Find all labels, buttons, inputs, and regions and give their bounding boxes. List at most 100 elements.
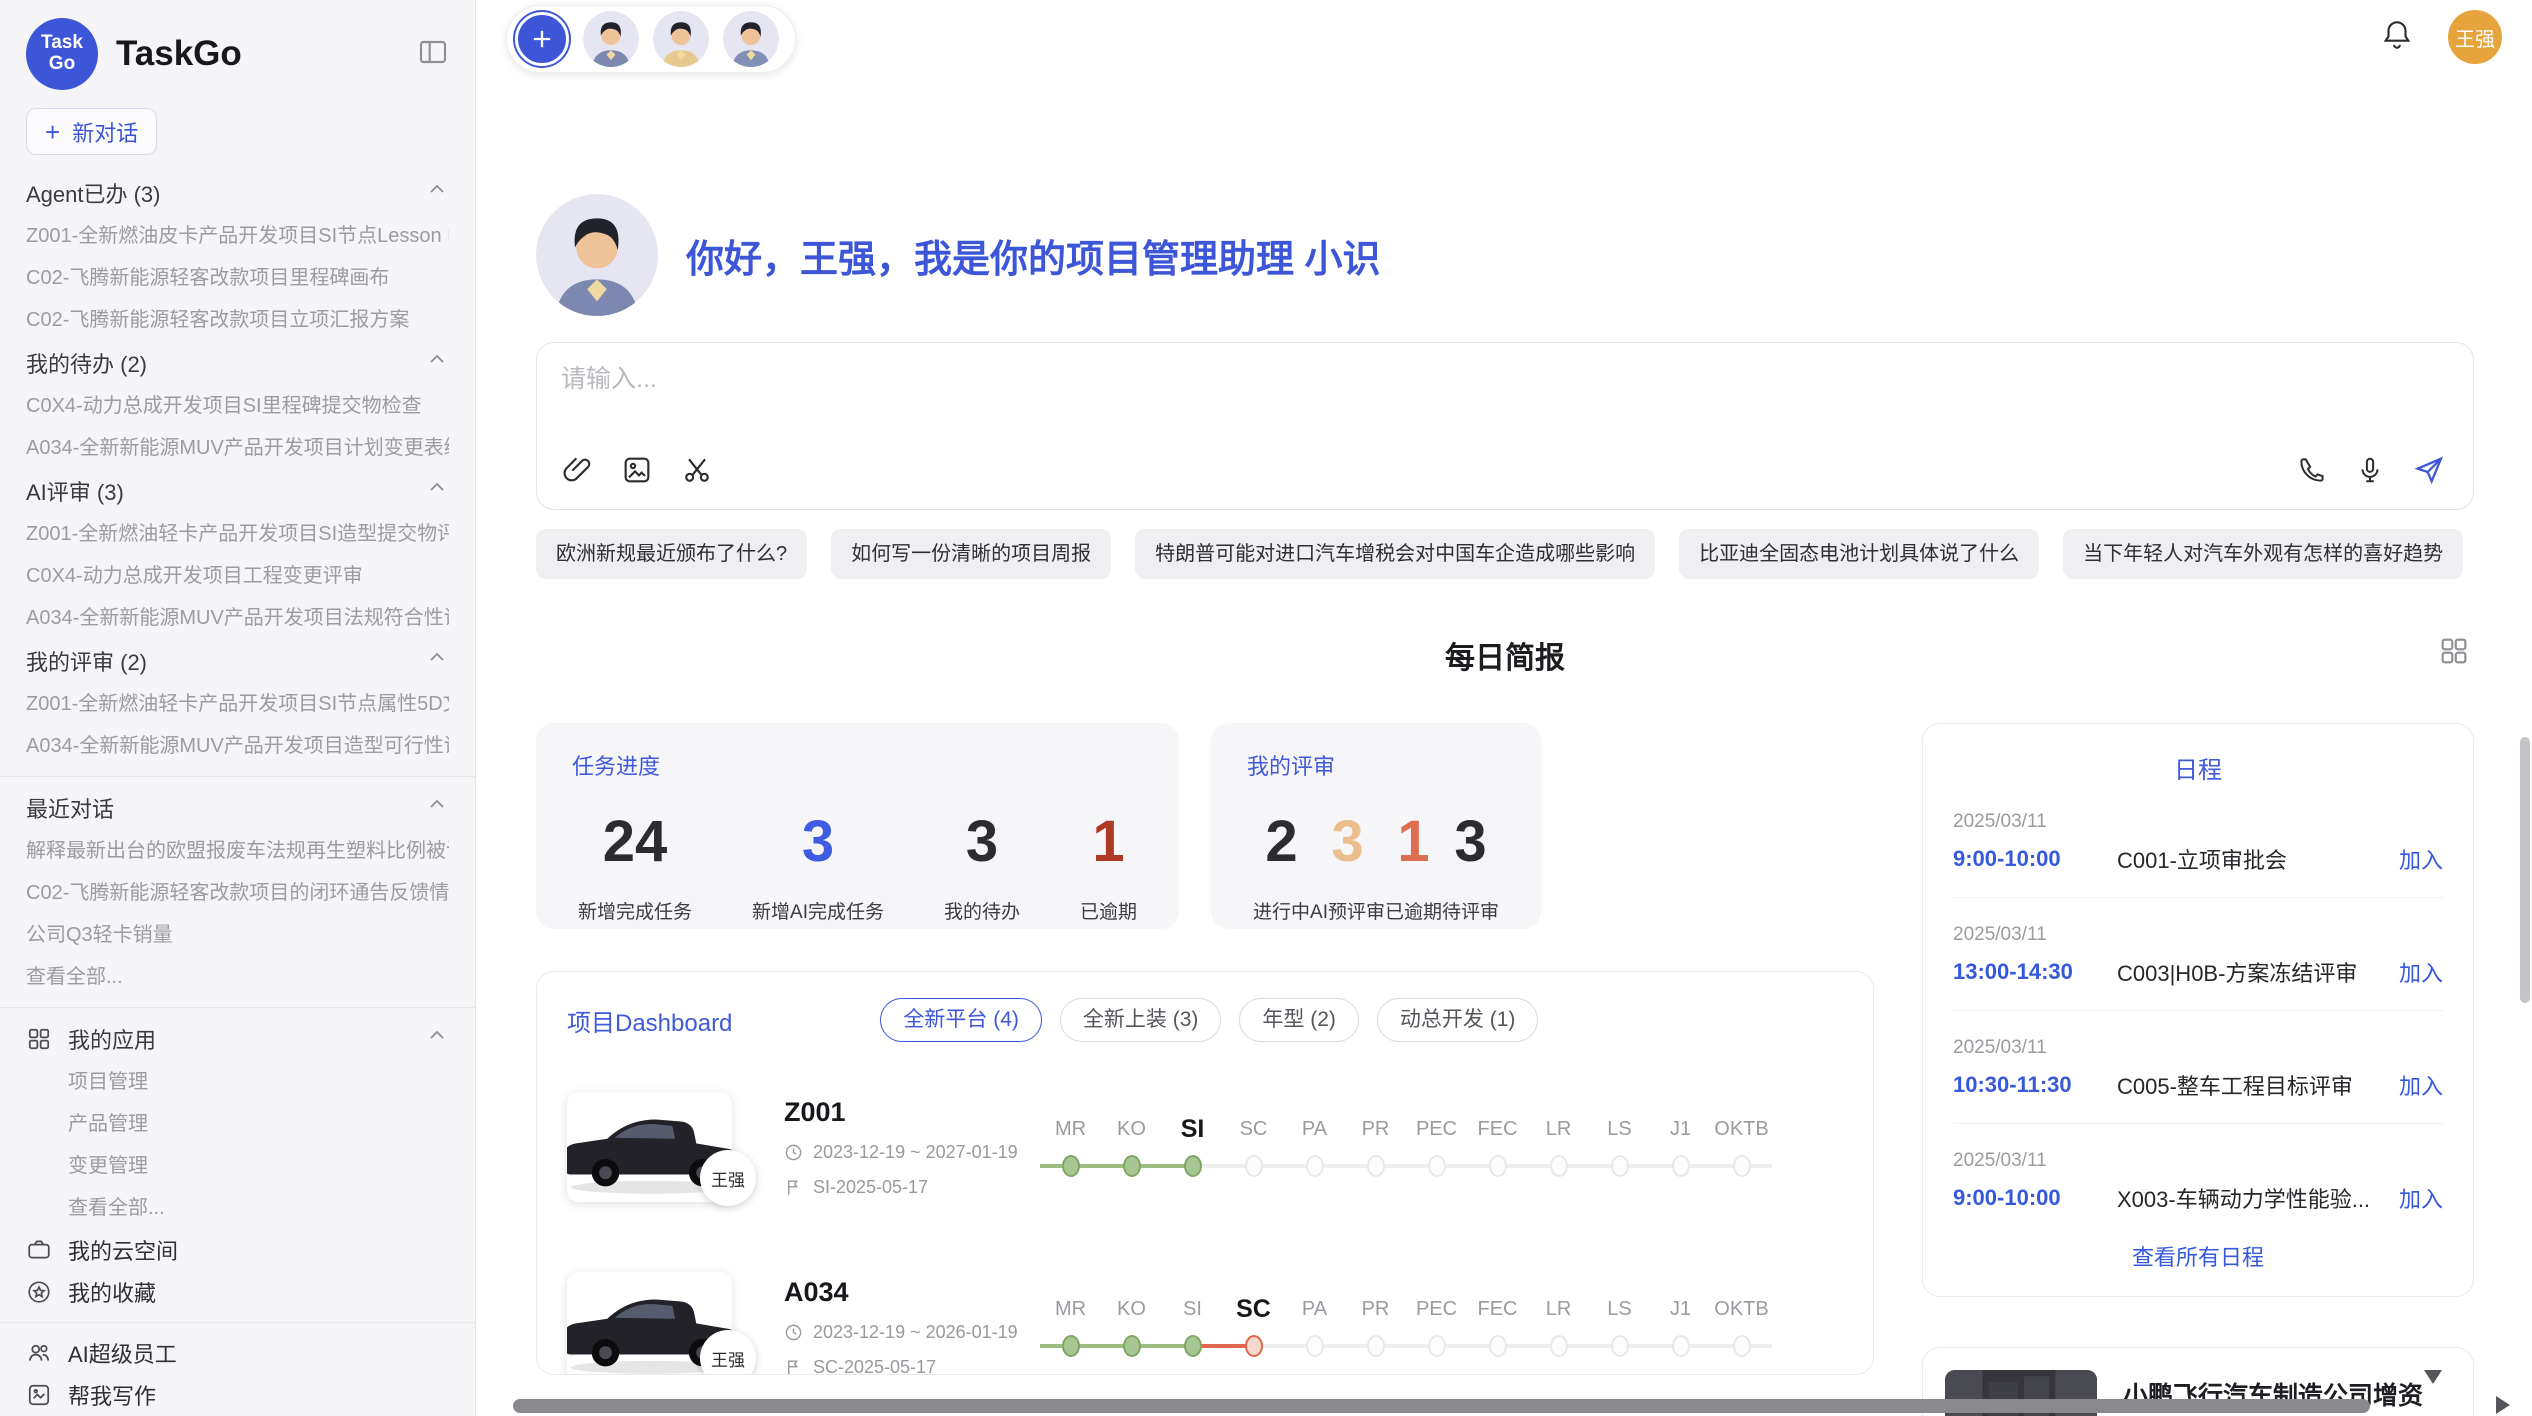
logo-text-bottom: Go (49, 54, 75, 75)
milestone-dot (1245, 1155, 1263, 1177)
event-time: 9:00-10:00 (1953, 846, 2103, 872)
join-link[interactable]: 加入 (2399, 1069, 2443, 1101)
dashboard-tab[interactable]: 年型 (2) (1239, 998, 1359, 1042)
sidebar-item-cloud-space[interactable]: 我的云空间 (26, 1229, 449, 1271)
sidebar-conversation-item[interactable]: C02-飞腾新能源轻客改款项目里程碑画布 (26, 257, 449, 299)
milestone: J1 (1650, 1294, 1711, 1360)
image-icon[interactable] (621, 454, 653, 491)
stat-value: 1 (1385, 813, 1442, 871)
milestone: PEC (1406, 1114, 1467, 1180)
content: 你好，王强，我是你的项目管理助理 小识 欧洲新规最近颁布了什么?如何写一份清晰的… (536, 0, 2474, 1416)
milestone: SC (1223, 1294, 1284, 1360)
people-icon (26, 1340, 52, 1366)
stat: 24 新增完成任务 (578, 813, 692, 924)
chevron-up-icon[interactable] (425, 348, 449, 378)
send-icon[interactable] (2413, 454, 2445, 491)
milestone: SI (1162, 1294, 1223, 1360)
sidebar-recent-header[interactable]: 最近对话 (26, 786, 449, 830)
phone-icon[interactable] (2297, 455, 2327, 490)
sidebar-conversation-item[interactable]: C0X4-动力总成开发项目工程变更评审 (26, 555, 449, 597)
dashboard-tab[interactable]: 全新平台 (4) (880, 998, 1042, 1042)
sidebar-item-write-for-me[interactable]: 帮我写作 (26, 1374, 449, 1416)
new-chat-button[interactable]: + 新对话 (26, 108, 157, 155)
milestone-label: MR (1040, 1114, 1101, 1144)
sidebar-section-header[interactable]: 我的待办 (2) (26, 341, 449, 385)
app-link[interactable]: 变更管理 (26, 1145, 449, 1187)
sidebar-conversation-item[interactable]: Z001-全新燃油皮卡产品开发项目SI节点Lesson Learn报告 (26, 215, 449, 257)
view-all-schedule-link[interactable]: 查看所有日程 (1953, 1240, 2443, 1272)
stat-value: 3 (1310, 813, 1385, 871)
project-row[interactable]: 王强 A034 2023-12-19 ~ 2026-01-19 (567, 1252, 1843, 1375)
app-link[interactable]: 项目管理 (26, 1061, 449, 1103)
scissors-icon[interactable] (681, 454, 713, 491)
milestone-label: LS (1589, 1294, 1650, 1324)
app-link[interactable]: 产品管理 (26, 1103, 449, 1145)
chevron-up-icon[interactable] (425, 476, 449, 506)
stat-value: 2 (1253, 813, 1310, 871)
project-dates: 2023-12-19 ~ 2027-01-19 (813, 1142, 1018, 1163)
stat: 3 新增AI完成任务 (752, 813, 884, 924)
sidebar-conversation-item[interactable]: C0X4-动力总成开发项目SI里程碑提交物检查 (26, 385, 449, 427)
sidebar-conversation-item[interactable]: A034-全新新能源MUV产品开发项目造型可行性评审 (26, 725, 449, 767)
event-name: X003-车辆动力学性能验... (2117, 1182, 2399, 1214)
sidebar-apps-header[interactable]: 我的应用 (26, 1017, 449, 1061)
schedule-event: 2025/03/11 9:00-10:00 C001-立项审批会 加入 (1953, 811, 2443, 898)
recent-conversation-item[interactable]: 解释最新出台的欧盟报废车法规再生塑料比例被调至15%... (26, 830, 449, 872)
stat-label: AI预评审 (1310, 897, 1385, 924)
layout-grid-icon[interactable] (2438, 635, 2470, 672)
sidebar-item-ai-staff[interactable]: AI超级员工 (26, 1332, 449, 1374)
milestone-dot (1733, 1335, 1751, 1357)
sidebar-conversation-item[interactable]: Z001-全新燃油轻卡产品开发项目SI造型提交物评审 (26, 513, 449, 555)
stat-label: 新增AI完成任务 (752, 897, 884, 924)
milestone: FEC (1467, 1114, 1528, 1180)
suggestion-chip[interactable]: 如何写一份清晰的项目周报 (831, 529, 1111, 579)
sidebar-conversation-item[interactable]: A034-全新新能源MUV产品开发项目法规符合性评审 (26, 597, 449, 639)
recent-conversation-item[interactable]: C02-飞腾新能源轻客改款项目的闭环通告反馈情况 (26, 872, 449, 914)
sidebar-section-header[interactable]: AI评审 (3) (26, 469, 449, 513)
paperclip-icon[interactable] (561, 454, 593, 491)
sidebar-item-favorites[interactable]: 我的收藏 (26, 1271, 449, 1313)
panel-collapse-icon[interactable] (417, 36, 449, 73)
stat-card: 我的评审 2 进行中 3 AI预评审 (1211, 723, 1541, 929)
sidebar-conversation-item[interactable]: C02-飞腾新能源轻客改款项目立项汇报方案 (26, 299, 449, 341)
chevron-up-icon[interactable] (425, 793, 449, 823)
sidebar-conversation-item[interactable]: A034-全新新能源MUV产品开发项目计划变更表编写 (26, 427, 449, 469)
milestone: SC (1223, 1114, 1284, 1180)
vertical-scrollbar-thumb[interactable] (2520, 737, 2530, 1003)
dashboard-tab[interactable]: 全新上装 (3) (1060, 998, 1222, 1042)
horizontal-scrollbar-thumb[interactable] (513, 1399, 2370, 1413)
sidebar-conversation-item[interactable]: Z001-全新燃油轻卡产品开发项目SI节点属性5D文件评审 (26, 683, 449, 725)
chevron-up-icon[interactable] (425, 646, 449, 676)
join-link[interactable]: 加入 (2399, 1182, 2443, 1214)
section-title: Agent已办 (3) (26, 177, 425, 209)
join-link[interactable]: 加入 (2399, 843, 2443, 875)
suggestion-chip[interactable]: 特朗普可能对进口汽车增税会对中国车企造成哪些影响 (1135, 529, 1655, 579)
join-link[interactable]: 加入 (2399, 956, 2443, 988)
project-next-milestone: SC-2025-05-17 (813, 1357, 936, 1376)
briefing-cards: 任务进度 24 新增完成任务 3 新增AI完成任务 (536, 723, 1874, 929)
milestone-label: LS (1589, 1114, 1650, 1144)
scroll-down-arrow[interactable] (2424, 1370, 2442, 1384)
app-link[interactable]: 查看全部... (26, 1187, 449, 1229)
milestone: PR (1345, 1294, 1406, 1360)
chevron-up-icon[interactable] (425, 1024, 449, 1054)
chevron-up-icon[interactable] (425, 178, 449, 208)
section-title: AI评审 (3) (26, 475, 425, 507)
sidebar-section-header[interactable]: 我的评审 (2) (26, 639, 449, 683)
recent-conversation-item[interactable]: 查看全部... (26, 956, 449, 998)
event-date: 2025/03/11 (1953, 924, 2443, 946)
suggestion-chip[interactable]: 欧洲新规最近颁布了什么? (536, 529, 807, 579)
sidebar-section-header[interactable]: Agent已办 (3) (26, 171, 449, 215)
milestone: PEC (1406, 1294, 1467, 1360)
suggestion-chip[interactable]: 比亚迪全固态电池计划具体说了什么 (1679, 529, 2039, 579)
clock-icon (784, 1323, 803, 1342)
project-row[interactable]: 王强 Z001 2023-12-19 ~ 2027-01-19 (567, 1072, 1843, 1222)
milestone-dot (1489, 1155, 1507, 1177)
mic-icon[interactable] (2355, 455, 2385, 490)
chat-input[interactable] (561, 365, 2449, 394)
milestone-dot (1184, 1155, 1202, 1177)
suggestion-chip[interactable]: 当下年轻人对汽车外观有怎样的喜好趋势 (2063, 529, 2463, 579)
dashboard-tab[interactable]: 动总开发 (1) (1377, 998, 1539, 1042)
recent-conversation-item[interactable]: 公司Q3轻卡销量 (26, 914, 449, 956)
scroll-right-arrow[interactable] (2496, 1396, 2510, 1414)
